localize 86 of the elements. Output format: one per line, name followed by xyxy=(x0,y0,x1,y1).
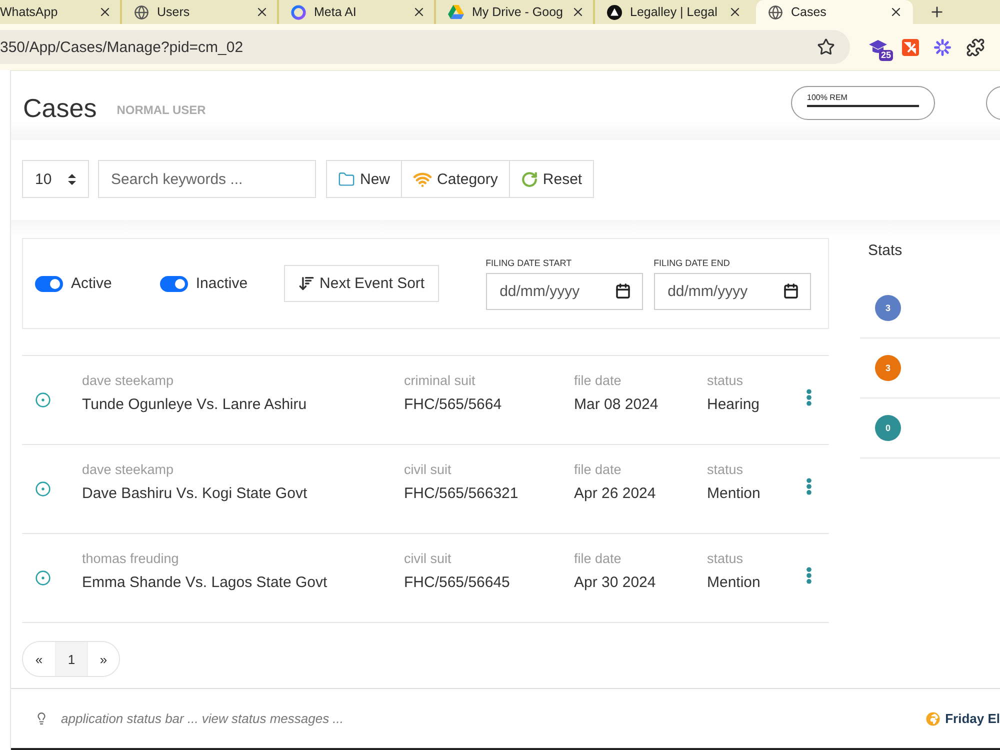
lawyer-name: dave steekamp xyxy=(82,461,175,479)
puzzle-icon[interactable] xyxy=(966,38,985,56)
date-field[interactable]: dd/mm/yyyy xyxy=(486,273,643,310)
user-role: NORMAL USER xyxy=(116,102,206,116)
case-row[interactable]: dave steekamp Dave Bashiru Vs. Kogi State Govt civil suit FHC/565/566321 file date Apr 26 2024 status Mention xyxy=(22,445,829,534)
plus-icon[interactable] xyxy=(929,4,945,20)
toggle-switch[interactable] xyxy=(35,276,63,292)
case-number: FHC/565/56645 xyxy=(404,573,511,593)
calendar-icon[interactable] xyxy=(782,283,799,299)
search-field[interactable]: Search keywords ... xyxy=(98,160,316,198)
close-icon[interactable] xyxy=(571,5,585,19)
date-label: FILING DATE END xyxy=(654,257,731,269)
case-status: Hearing xyxy=(707,395,761,415)
case-number: FHC/565/566321 xyxy=(404,484,520,504)
case-status: Mention xyxy=(707,484,762,504)
status-message: application status bar ... view status messages ... xyxy=(61,711,344,726)
case-title: Dave Bashiru Vs. Kogi State Govt xyxy=(82,484,308,504)
date-field[interactable]: dd/mm/yyyy xyxy=(654,273,811,310)
toolbar-button[interactable]: New xyxy=(326,160,402,198)
close-icon[interactable] xyxy=(412,5,426,19)
page-size-select[interactable]: 10 xyxy=(22,160,89,198)
sparkle-icon[interactable] xyxy=(934,38,951,56)
extension-badge: 25 xyxy=(878,50,893,61)
case-status: Mention xyxy=(707,573,762,593)
status-heading: status xyxy=(707,461,744,479)
page-title: Cases xyxy=(23,93,97,124)
status-heading: status xyxy=(707,550,744,568)
lawyer-name: thomas freuding xyxy=(82,550,180,568)
more-vertical-icon[interactable] xyxy=(806,478,812,494)
browser-tab[interactable]: Cases xyxy=(756,0,913,24)
count-badge: 0 xyxy=(875,415,901,441)
circle-dot-icon[interactable] xyxy=(35,570,51,586)
toolbar-button[interactable]: Reset xyxy=(508,160,594,198)
file-date: Mar 08 2024 xyxy=(574,395,660,415)
case-type: criminal suit xyxy=(404,372,476,390)
case-title: Emma Shande Vs. Lagos State Govt xyxy=(82,573,328,593)
folder-icon xyxy=(338,170,355,188)
case-row[interactable]: dave steekamp Tunde Ogunleye Vs. Lanre Ashiru criminal suit FHC/565/5664 file date Mar 08 2024 status Hearing xyxy=(22,356,829,445)
updown-caret-icon xyxy=(68,174,76,184)
toggle-switch[interactable] xyxy=(160,276,188,292)
globe-icon xyxy=(768,4,783,20)
toolbar-button[interactable]: Category xyxy=(401,160,510,198)
quota-label: 100% REM xyxy=(807,92,848,102)
count-badge: 3 xyxy=(875,355,901,381)
lightbulb-icon xyxy=(35,712,48,725)
case-type: civil suit xyxy=(404,461,452,479)
more-vertical-icon[interactable] xyxy=(806,566,812,584)
case-type: civil suit xyxy=(404,550,452,568)
square-logo-icon[interactable] xyxy=(902,38,919,56)
case-number: FHC/565/5664 xyxy=(404,395,503,415)
file-date: Apr 26 2024 xyxy=(574,484,657,504)
browser-tab[interactable]: Legalley | Legal xyxy=(595,0,752,24)
count-badge: 3 xyxy=(875,295,901,321)
sort-button[interactable]: Next Event Sort xyxy=(284,265,439,302)
close-icon[interactable] xyxy=(728,5,742,19)
greeting-text: Friday El xyxy=(945,711,1000,726)
date-heading: file date xyxy=(574,372,622,390)
more-vertical-icon[interactable] xyxy=(806,388,812,406)
triangle-logo-icon xyxy=(607,4,622,20)
globe-icon xyxy=(926,712,940,726)
next-page-button[interactable]: » xyxy=(87,642,119,676)
date-label: FILING DATE START xyxy=(486,257,573,269)
circle-dot-icon[interactable] xyxy=(35,392,51,408)
status-heading: status xyxy=(707,372,744,390)
stats-title: Stats xyxy=(867,241,904,261)
case-title: Tunde Ogunleye Vs. Lanre Ashiru xyxy=(82,395,308,415)
lawyer-name: dave steekamp xyxy=(82,372,175,390)
case-row[interactable]: thomas freuding Emma Shande Vs. Lagos State Govt civil suit FHC/565/56645 file date Apr 30 2024 status Mention xyxy=(22,534,829,623)
toggle-label: Active xyxy=(71,275,112,292)
date-heading: file date xyxy=(574,461,622,479)
refresh-icon xyxy=(520,170,538,188)
file-date: Apr 30 2024 xyxy=(574,573,657,593)
ring-icon xyxy=(291,4,306,20)
date-heading: file date xyxy=(574,550,622,568)
calendar-icon[interactable] xyxy=(614,283,631,299)
star-icon[interactable] xyxy=(817,38,835,56)
close-icon[interactable] xyxy=(255,5,269,19)
circle-dot-icon[interactable] xyxy=(35,481,51,497)
page-button[interactable]: 1 xyxy=(55,642,87,676)
close-icon[interactable] xyxy=(889,5,903,19)
triangle-icon xyxy=(448,5,464,19)
close-icon[interactable] xyxy=(98,5,112,19)
address-field[interactable]: 350/App/Cases/Manage?pid=cm_02 xyxy=(0,30,850,64)
sort-icon xyxy=(298,275,315,292)
toggle-label: Inactive xyxy=(196,275,248,292)
globe-icon xyxy=(134,4,149,20)
